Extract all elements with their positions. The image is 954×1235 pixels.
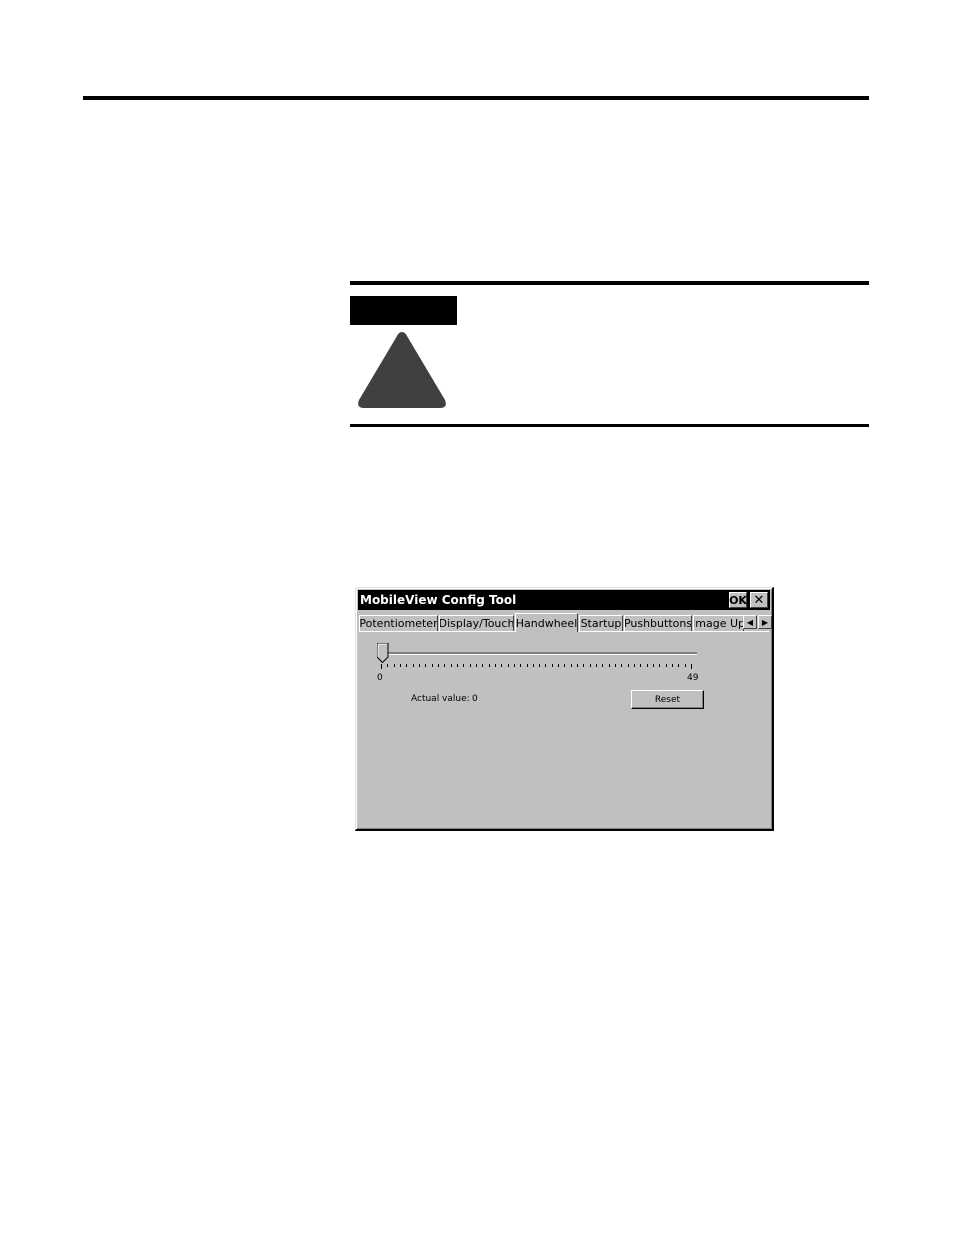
slider-tick [634,664,635,667]
slider-max-label: 49 [687,673,699,683]
slider-tick [640,664,641,667]
slider-tick [425,664,426,667]
slider-tick [666,664,667,667]
slider-tick [476,664,477,667]
slider-tick [520,664,521,667]
slider-tick [571,664,572,667]
notice-label-box [350,296,457,325]
slider-tick [691,664,692,669]
slider-tick [413,664,414,667]
slider-tick [583,664,584,667]
tab-strip: Potentiometer Display/Touch Handwheel St… [359,613,769,632]
handwheel-panel: 0 49 Actual value: 0 Reset [359,632,769,826]
slider-tick [514,664,515,667]
slider-tick [470,664,471,667]
slider-tick [653,664,654,667]
slider-tick [590,664,591,667]
slider-ticks [381,664,695,670]
page-header-rule [83,96,869,100]
tab-potentiometer[interactable]: Potentiometer [359,615,438,631]
close-button[interactable]: ✕ [750,592,768,608]
slider-tick [659,664,660,667]
slider-tick [482,664,483,667]
tab-startup[interactable]: Startup [579,615,623,631]
slider-tick [596,664,597,667]
slider-tick [527,664,528,667]
slider-tick [451,664,452,667]
actual-value-label: Actual value: [411,694,470,704]
tab-handwheel[interactable]: Handwheel [515,613,578,632]
slider-min-label: 0 [377,673,383,683]
slider-tick [628,664,629,667]
slider-tick [621,664,622,667]
slider-tick [558,664,559,667]
slider-tick [495,664,496,667]
slider-tick [419,664,420,667]
arrow-left-icon: ◀ [746,617,754,627]
arrow-right-icon: ▶ [761,617,769,627]
title-bar: MobileView Config Tool OK ✕ [358,590,770,610]
ok-button[interactable]: OK [729,592,747,608]
slider-tick [647,664,648,667]
slider-tick [501,664,502,667]
slider-tick [508,664,509,667]
slider-tick [545,664,546,667]
tab-scroll-left-button[interactable]: ◀ [743,615,757,629]
reset-button[interactable]: Reset [631,690,704,709]
slider-tick [406,664,407,667]
slider-tick [533,664,534,667]
slider-tick [381,664,382,669]
slider-tick [539,664,540,667]
slider-tick [609,664,610,667]
notice-bottom-rule [350,424,869,427]
slider-tick [602,664,603,667]
slider-thumb[interactable] [377,643,389,663]
slider-tick [444,664,445,667]
slider-tick [577,664,578,667]
slider-tick [463,664,464,667]
actual-value: 0 [472,694,478,704]
tab-display-touch[interactable]: Display/Touch [439,615,514,631]
notice-top-rule [350,281,869,285]
slider-tick [615,664,616,667]
window-title: MobileView Config Tool [360,593,517,607]
slider-tick [564,664,565,667]
tab-pushbuttons[interactable]: Pushbuttons [624,615,692,631]
slider-tick [678,664,679,667]
slider-tick [387,664,388,667]
tab-scroll-right-button[interactable]: ▶ [758,615,772,629]
slider-track [383,652,697,655]
warning-triangle-icon [358,332,446,408]
slider-tick [432,664,433,667]
close-icon: ✕ [753,592,765,608]
slider-tick [394,664,395,667]
config-tool-window: MobileView Config Tool OK ✕ Potentiomete… [355,587,774,831]
slider-tick [672,664,673,667]
slider-tick [489,664,490,667]
slider-tick [400,664,401,667]
slider-tick [457,664,458,667]
slider-tick [552,664,553,667]
tab-image-up[interactable]: Image Up [693,615,744,631]
slider-tick [438,664,439,667]
slider-tick [685,664,686,667]
